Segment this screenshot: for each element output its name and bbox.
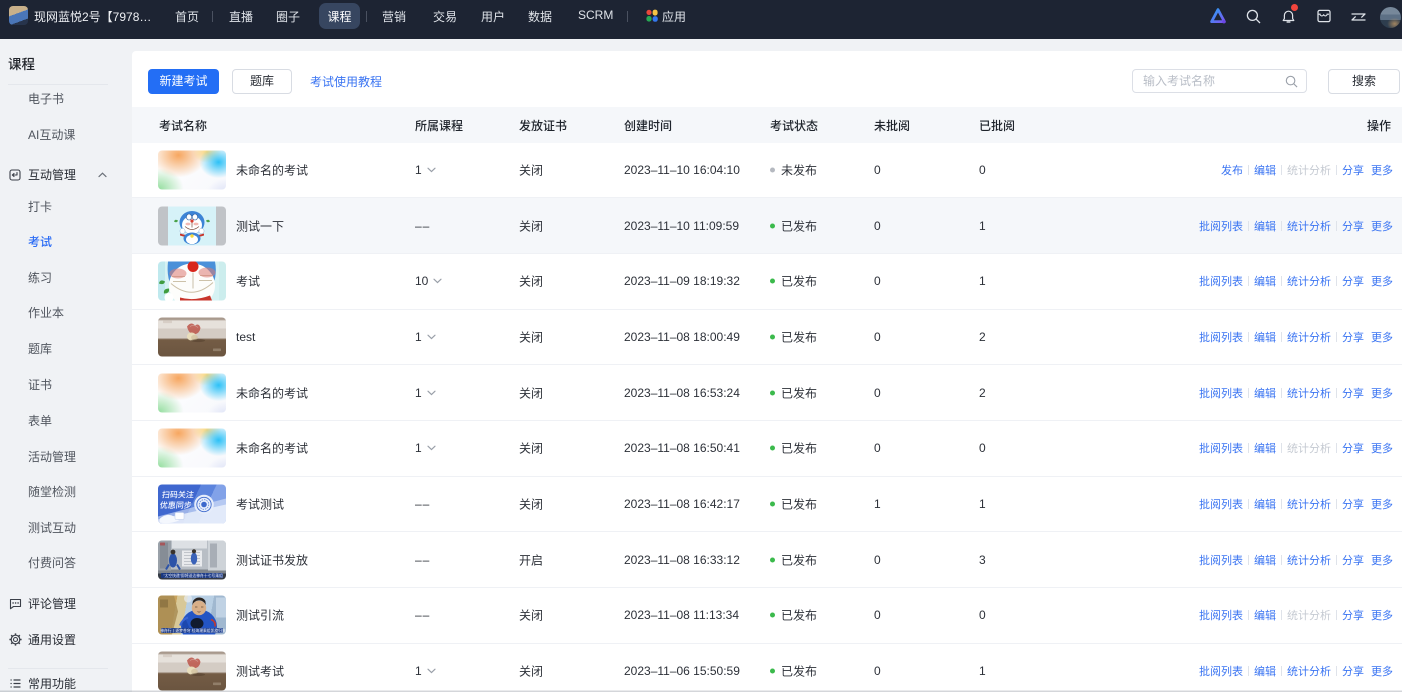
svg-text:扫码关注: 扫码关注 [161, 490, 194, 500]
svg-text:优惠同步: 优惠同步 [159, 500, 192, 510]
svg-text:神舟行丨逐梦苍穹 桂海潮乘组凯旋归来: 神舟行丨逐梦苍穹 桂海潮乘组凯旋归来 [160, 629, 226, 634]
svg-text:"太空快递"即将送达神舟十七号乘组: "太空快递"即将送达神舟十七号乘组 [163, 573, 223, 578]
